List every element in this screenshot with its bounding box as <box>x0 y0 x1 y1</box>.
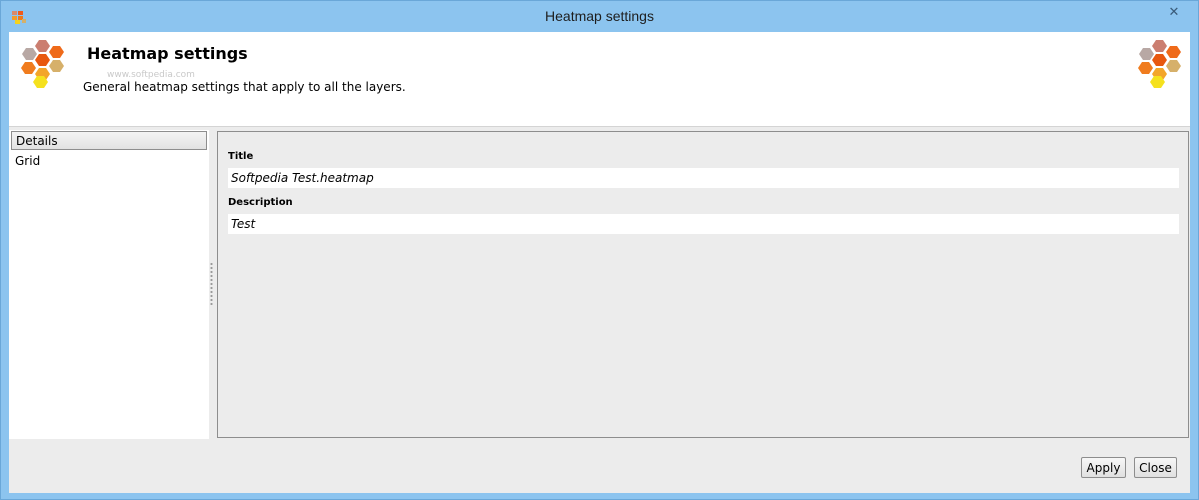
header-title: Heatmap settings <box>87 44 248 63</box>
sidebar-item-details[interactable]: Details <box>11 131 207 150</box>
splitter-handle[interactable] <box>210 262 213 306</box>
settings-category-list: Details Grid <box>9 130 209 439</box>
title-bar[interactable]: Heatmap settings ✕ <box>1 1 1198 32</box>
window-close-button[interactable]: ✕ <box>1160 2 1188 23</box>
title-label: Title <box>228 151 254 162</box>
description-label: Description <box>228 197 293 208</box>
sidebar-item-grid[interactable]: Grid <box>11 152 207 171</box>
watermark-text: www.softpedia.com <box>107 70 195 80</box>
close-button[interactable]: Close <box>1134 457 1177 478</box>
dialog-header: Heatmap settings www.softpedia.com Gener… <box>9 32 1190 127</box>
dialog-body: Heatmap settings www.softpedia.com Gener… <box>9 32 1190 493</box>
heatmap-hexagons-icon <box>1138 40 1181 88</box>
title-field[interactable]: Softpedia Test.heatmap <box>228 168 1179 188</box>
apply-button[interactable]: Apply <box>1081 457 1126 478</box>
window-title: Heatmap settings <box>545 8 654 24</box>
heatmap-hexagons-icon <box>21 40 64 88</box>
header-description: General heatmap settings that apply to a… <box>83 80 406 94</box>
details-panel: Title Softpedia Test.heatmap Description… <box>217 131 1189 438</box>
description-field[interactable]: Test <box>228 214 1179 234</box>
dialog-window: Heatmap settings ✕ Heatmap settings www.… <box>0 0 1199 500</box>
